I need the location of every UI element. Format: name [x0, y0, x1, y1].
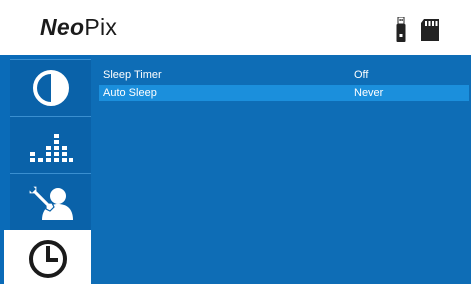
sidebar — [0, 55, 91, 287]
tab-timer[interactable] — [4, 230, 91, 287]
equalizer-icon — [29, 134, 73, 162]
menu-item-value: Off — [354, 69, 369, 81]
tab-picture[interactable] — [10, 59, 91, 116]
usb-drive-icon — [396, 16, 406, 48]
settings-panel: Sleep Timer Off Auto Sleep Never — [91, 55, 471, 284]
logo-text-light: Pix — [84, 14, 118, 40]
tab-sound[interactable] — [10, 116, 91, 173]
menu-item-auto-sleep[interactable]: Auto Sleep Never — [99, 85, 469, 101]
menu-item-label: Sleep Timer — [103, 69, 162, 81]
contrast-icon — [32, 70, 69, 106]
header-bar: NeoPix — [0, 0, 471, 55]
menu-item-value: Never — [354, 87, 384, 99]
sd-card-icon — [420, 19, 440, 46]
menu-item-label: Auto Sleep — [103, 87, 157, 99]
tab-setup[interactable] — [10, 173, 91, 230]
logo-text-bold: Neo — [40, 14, 85, 40]
menu-item-sleep-timer[interactable]: Sleep Timer Off — [99, 67, 469, 83]
neopix-logo: NeoPix — [40, 14, 117, 41]
settings-user-icon — [27, 185, 73, 220]
clock-icon — [28, 240, 67, 278]
